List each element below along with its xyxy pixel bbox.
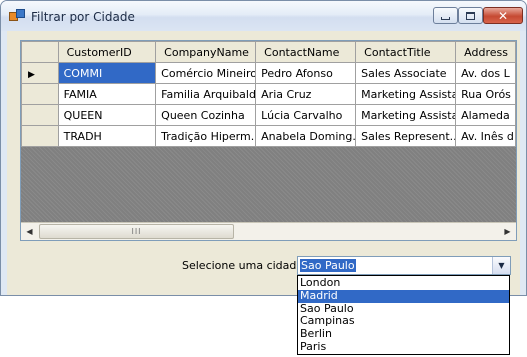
dropdown-option-madrid[interactable]: Madrid xyxy=(298,289,509,303)
row-header-corner xyxy=(21,41,59,63)
maximize-icon xyxy=(466,11,475,20)
app-icon xyxy=(9,9,25,23)
main-window: Filtrar por Cidade ✕ CustomerID CompanyN… xyxy=(0,0,527,296)
city-dropdown-list[interactable]: London Madrid Sao Paulo Campinas Berlin … xyxy=(297,275,510,355)
current-row-icon: ▶ xyxy=(28,69,35,80)
scroll-right-icon[interactable]: ▶ xyxy=(499,223,516,240)
chevron-down-icon[interactable]: ▼ xyxy=(492,257,510,274)
grid-header-row: CustomerID CompanyName ContactName Conta… xyxy=(21,41,516,63)
table-row[interactable]: QUEEN Queen Cozinha Lúcia Carvalho Marke… xyxy=(21,104,516,126)
grid-table: CustomerID CompanyName ContactName Conta… xyxy=(21,41,516,147)
city-selected-value[interactable]: Sao Paulo xyxy=(300,259,356,272)
column-header[interactable]: CompanyName xyxy=(155,41,257,63)
table-cell[interactable]: QUEEN xyxy=(57,104,157,126)
table-cell[interactable]: Av. Inês d xyxy=(455,125,516,147)
column-header[interactable]: Address xyxy=(455,41,516,63)
column-header[interactable]: ContactName xyxy=(255,41,357,63)
table-cell[interactable]: Sales Associate xyxy=(355,62,457,84)
table-cell[interactable]: Av. dos L xyxy=(455,62,516,84)
table-cell[interactable]: Familia Arquibaldo xyxy=(155,83,257,105)
row-header[interactable] xyxy=(21,83,59,105)
table-cell[interactable]: Rua Orós xyxy=(455,83,516,105)
table-cell[interactable]: TRADH xyxy=(57,125,157,147)
table-cell[interactable]: Sales Represent... xyxy=(355,125,457,147)
close-icon: ✕ xyxy=(497,8,509,23)
row-header[interactable] xyxy=(21,104,59,126)
table-cell[interactable]: FAMIA xyxy=(57,83,157,105)
horizontal-scrollbar[interactable]: ◀ III ▶ xyxy=(21,222,516,240)
dropdown-option-paris[interactable]: Paris xyxy=(298,340,509,354)
minimize-button[interactable] xyxy=(433,7,458,24)
title-bar[interactable]: Filtrar por Cidade ✕ xyxy=(1,1,526,31)
table-row[interactable]: FAMIA Familia Arquibaldo Aria Cruz Marke… xyxy=(21,83,516,105)
row-header[interactable] xyxy=(21,125,59,147)
row-header[interactable]: ▶ xyxy=(21,62,59,84)
scrollbar-thumb[interactable]: III xyxy=(39,224,234,239)
table-cell[interactable]: Anabela Doming... xyxy=(255,125,357,147)
city-combobox[interactable]: Sao Paulo ▼ xyxy=(297,256,511,275)
window-title: Filtrar por Cidade xyxy=(31,10,135,24)
column-header[interactable]: CustomerID xyxy=(57,41,157,63)
dropdown-option-berlin[interactable]: Berlin xyxy=(298,327,509,341)
dropdown-option-london[interactable]: London xyxy=(298,276,509,290)
table-cell[interactable]: Alameda xyxy=(455,104,516,126)
customers-grid[interactable]: CustomerID CompanyName ContactName Conta… xyxy=(20,40,517,241)
table-cell[interactable]: Marketing Assistant xyxy=(355,83,457,105)
table-cell[interactable]: Pedro Afonso xyxy=(255,62,357,84)
city-select-label: Selecione uma cidade xyxy=(182,259,304,272)
column-header[interactable]: ContactTitle xyxy=(355,41,457,63)
table-cell[interactable]: Tradição Hiperm... xyxy=(155,125,257,147)
table-cell[interactable]: Comércio Mineiro xyxy=(155,62,257,84)
table-cell[interactable]: COMMI xyxy=(57,62,157,84)
close-button[interactable]: ✕ xyxy=(483,7,523,24)
table-row[interactable]: ▶ COMMI Comércio Mineiro Pedro Afonso Sa… xyxy=(21,62,516,84)
table-cell[interactable]: Marketing Assistant xyxy=(355,104,457,126)
table-cell[interactable]: Queen Cozinha xyxy=(155,104,257,126)
minimize-icon xyxy=(441,17,450,20)
table-row[interactable]: TRADH Tradição Hiperm... Anabela Doming.… xyxy=(21,125,516,147)
table-cell[interactable]: Aria Cruz xyxy=(255,83,357,105)
scroll-left-icon[interactable]: ◀ xyxy=(21,223,38,240)
table-cell[interactable]: Lúcia Carvalho xyxy=(255,104,357,126)
maximize-button[interactable] xyxy=(458,7,483,24)
